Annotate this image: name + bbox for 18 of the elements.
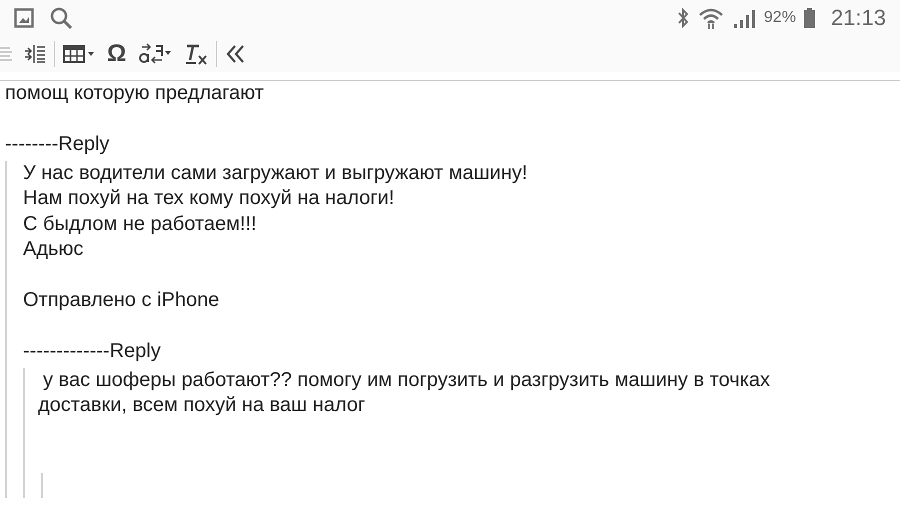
reply-separator: --------Reply (5, 132, 110, 157)
text-line: У нас водители сами загружают и выгружают машину! (23, 160, 528, 186)
search-icon[interactable] (50, 6, 72, 28)
special-character-button[interactable]: Ω (101, 38, 132, 68)
text-line: Нам похуй на тех кому похуй на налоги! (23, 186, 396, 211)
text-line: С быдлом не работаем!!! (23, 212, 258, 236)
signal-icon (732, 8, 756, 28)
text-line: помощ которую предлагают (5, 81, 265, 106)
message-paragraph: у вас шоферы работают?? помогу им погрузить и разгрузить машину в точках доставки, всем похуй на ваш налог (38, 368, 772, 418)
clock-time: 21:13 (830, 4, 886, 32)
reply-separator: -------------Reply (23, 339, 162, 364)
wifi-icon (698, 6, 724, 28)
bluetooth-icon (676, 8, 690, 28)
battery-percent: 92% (764, 8, 796, 28)
text-line: Адьюс (23, 237, 84, 262)
image-icon[interactable] (14, 8, 34, 28)
text-line: Отправлено с iPhone (23, 288, 220, 313)
battery-icon (804, 8, 815, 28)
